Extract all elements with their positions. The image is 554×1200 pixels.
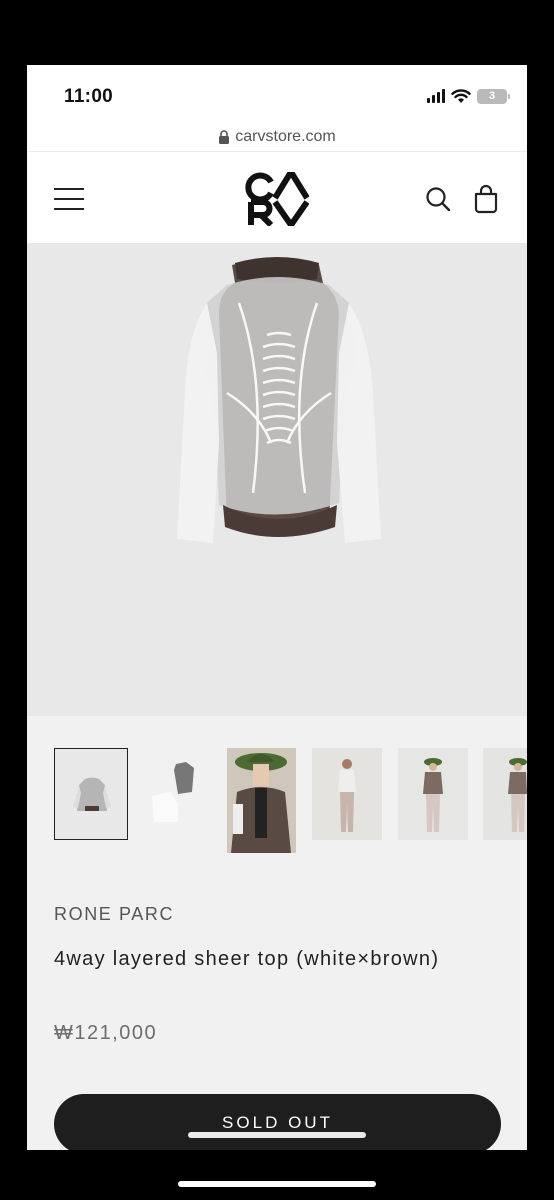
home-indicator-outer[interactable] — [178, 1181, 376, 1187]
status-time: 11:00 — [64, 86, 114, 107]
sheer-top-garment-image — [177, 257, 381, 543]
site-header — [27, 151, 527, 243]
shopping-bag-icon[interactable] — [473, 184, 499, 214]
carv-logo[interactable] — [245, 172, 309, 226]
status-icons: 3 — [427, 87, 510, 105]
thumbnail-5[interactable] — [398, 748, 468, 840]
product-brand[interactable]: RONE PARC — [54, 904, 174, 925]
battery-icon: 3 — [477, 88, 510, 104]
product-title: 4way layered sheer top (white×brown) — [54, 948, 440, 970]
home-indicator[interactable] — [188, 1132, 366, 1138]
status-bar: 11:00 3 — [27, 65, 527, 123]
phone-screen: 11:00 3 carvstore.com RONE PARC 4way lay… — [27, 65, 527, 1150]
address-bar[interactable]: carvstore.com — [27, 123, 527, 151]
thumbnail-strip — [27, 748, 527, 858]
thumbnail-1[interactable] — [54, 748, 128, 840]
cellular-signal-icon — [427, 89, 445, 103]
thumbnail-4[interactable] — [312, 748, 382, 840]
thumbnail-2[interactable] — [144, 748, 214, 840]
sold-out-button[interactable]: SOLD OUT — [54, 1094, 501, 1150]
search-icon[interactable] — [425, 186, 451, 212]
hamburger-menu-icon[interactable] — [54, 188, 84, 210]
lock-icon — [219, 130, 230, 144]
thumbnail-3[interactable] — [227, 748, 296, 853]
thumbnail-6[interactable] — [483, 748, 527, 840]
product-price: ₩121,000 — [54, 1022, 158, 1044]
url-text[interactable]: carvstore.com — [235, 128, 335, 146]
product-main-image[interactable] — [27, 243, 527, 716]
wifi-icon — [451, 88, 471, 103]
